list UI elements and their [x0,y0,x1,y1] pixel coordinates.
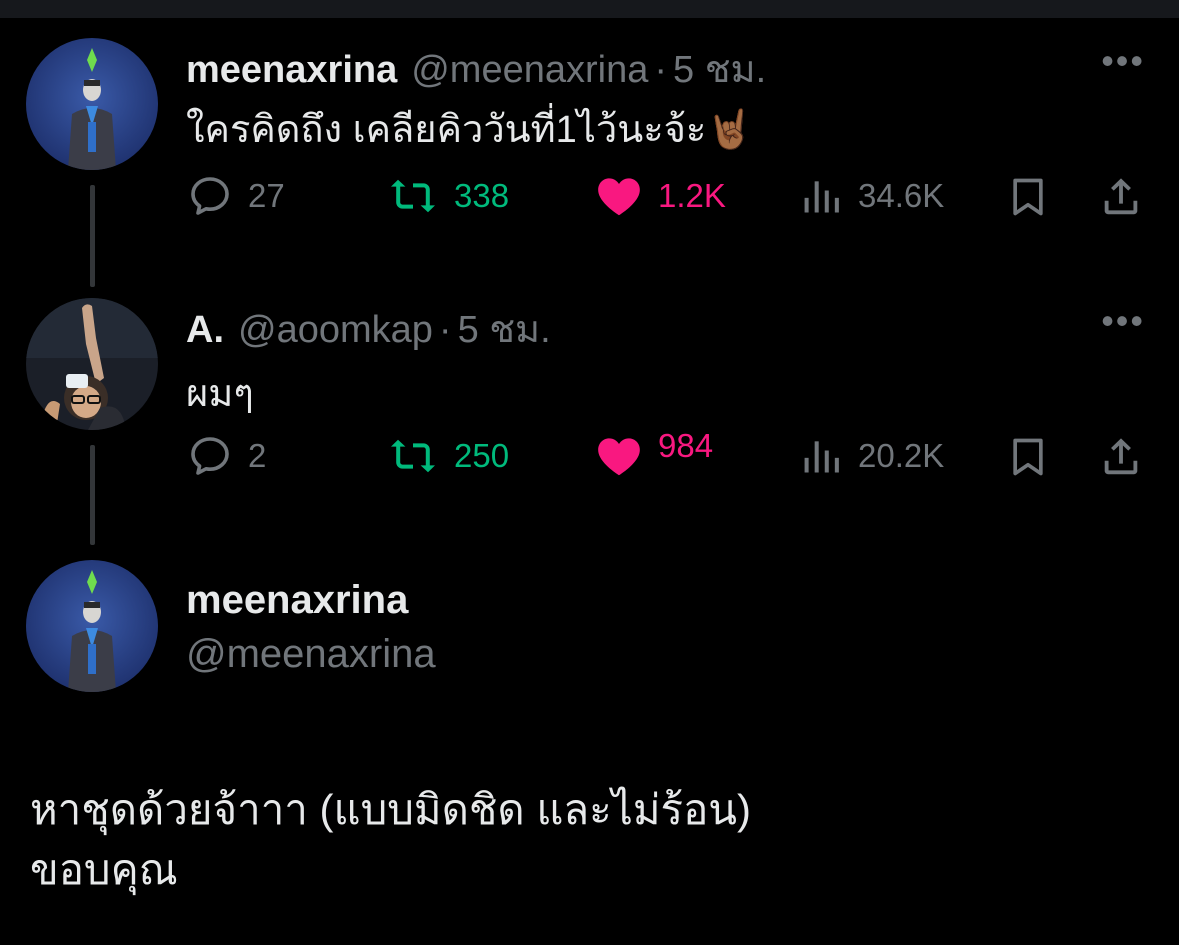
views-count: 20.2K [858,437,945,474]
heart-icon [598,178,640,216]
like-button[interactable]: 984 [594,427,713,480]
author-name[interactable]: meenaxrina [186,49,397,92]
main-author-name[interactable]: meenaxrina [186,578,408,623]
like-count: 984 [658,427,714,464]
avatar-meenaxrina-main[interactable] [26,560,158,692]
reply-count: 2 [248,437,267,474]
main-tweet-line-2: ขอบคุณ [30,846,178,893]
status-bar-strip [0,0,1179,18]
retweet-icon [391,439,435,473]
bookmark-button[interactable] [1006,172,1050,222]
share-icon [1104,438,1138,475]
main-author-handle[interactable]: @meenaxrina [186,632,436,677]
tweet-text-body: ใครคิดถึง เคลียคิววันที่1ไว้นะจ้ะ [186,109,707,151]
views-count: 34.6K [858,177,945,214]
main-tweet-text: หาชุดด้วยจ้าาา (แบบมิดชิด และไม่ร้อน) ขอ… [30,780,751,900]
share-button[interactable] [1098,432,1144,480]
views-icon [804,441,839,473]
tweet-header: meenaxrina @meenaxrina · 5 ชม. [186,38,766,99]
bookmark-icon [1013,178,1043,216]
tweet-time[interactable]: 5 ชม. [673,38,766,99]
share-icon [1104,178,1138,215]
author-handle[interactable]: @aoomkap [238,309,433,352]
reply-count: 27 [248,177,285,214]
tweet-actions: 2 250 984 20.2K [186,427,1146,482]
thread-line [90,185,95,287]
separator-dot: · [654,49,668,91]
avatar-aoomkap[interactable] [26,298,158,430]
tweet-text: ใครคิดถึง เคลียคิววันที่1ไว้นะจ้ะ🤘🏾 [186,98,754,159]
views-button[interactable]: 34.6K [800,172,944,220]
tweet-text: ผมๆ [186,373,254,415]
views-button[interactable]: 20.2K [800,432,944,480]
avatar-meenaxrina[interactable] [26,38,158,170]
retweet-count: 338 [454,177,510,214]
rock-hand-emoji: 🤘🏾 [706,109,754,151]
thread-line [90,445,95,545]
like-count: 1.2K [658,177,726,214]
share-button[interactable] [1098,172,1144,220]
views-icon [804,181,839,213]
author-handle[interactable]: @meenaxrina [411,49,648,92]
separator-dot: · [438,309,452,351]
bookmark-button[interactable] [1006,432,1050,482]
more-icon[interactable]: ••• [1101,300,1145,342]
heart-icon [598,438,640,476]
retweet-count: 250 [454,437,510,474]
tweet-header: A. @aoomkap · 5 ชม. [186,298,551,359]
bookmark-icon [1013,438,1043,476]
tweet-time[interactable]: 5 ชม. [458,298,551,359]
reply-icon [191,177,229,215]
reply-button[interactable]: 2 [186,432,266,480]
like-button[interactable]: 1.2K [594,172,726,220]
more-icon[interactable]: ••• [1101,40,1145,82]
tweet-actions: 27 338 1.2K 34.6K [186,172,1146,222]
reply-icon [191,437,229,475]
retweet-button[interactable]: 250 [386,432,509,480]
retweet-icon [391,179,435,213]
author-name[interactable]: A. [186,309,224,352]
reply-button[interactable]: 27 [186,172,285,220]
retweet-button[interactable]: 338 [386,172,509,220]
main-tweet-line-1: หาชุดด้วยจ้าาา (แบบมิดชิด และไม่ร้อน) [30,786,751,833]
